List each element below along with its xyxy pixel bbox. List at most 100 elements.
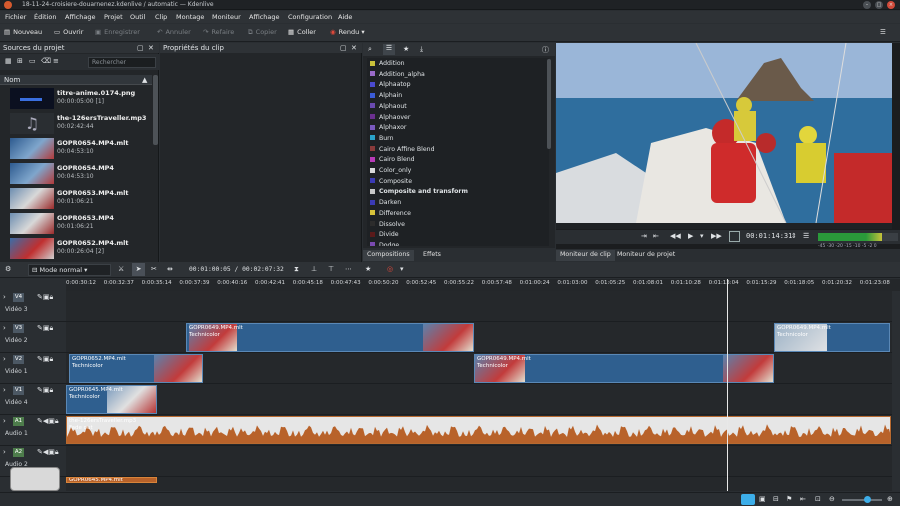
effect-item[interactable]: Difference bbox=[370, 210, 411, 220]
menu-edition[interactable]: Édition bbox=[34, 13, 57, 21]
favorite-effect-icon[interactable]: ★ bbox=[365, 265, 371, 273]
close-icon[interactable]: × bbox=[887, 1, 895, 9]
bin-search-input[interactable]: Rechercher bbox=[88, 57, 156, 68]
menu-aide[interactable]: Aide bbox=[338, 13, 352, 21]
effects-scrollbar[interactable] bbox=[547, 59, 551, 149]
spacer-tool-icon[interactable]: ⇹ bbox=[167, 265, 173, 273]
timeline-settings-icon[interactable]: ⚙ bbox=[5, 265, 11, 273]
bin-item[interactable]: titre-anime.0174.png 00:00:05:00 [1] bbox=[0, 86, 152, 111]
effect-item[interactable]: Dissolve bbox=[370, 221, 405, 231]
close-panel-icon[interactable]: ✕ bbox=[148, 44, 154, 52]
cut-tool-icon[interactable]: ✂ bbox=[151, 265, 157, 273]
monitor-menu-icon[interactable]: ☰ bbox=[803, 232, 809, 240]
list-view-icon[interactable]: ☰ bbox=[383, 44, 395, 55]
play-options-icon[interactable]: ▾ bbox=[700, 232, 704, 240]
float-panel-icon[interactable]: ▢ bbox=[137, 44, 144, 52]
collapse-icon[interactable]: › bbox=[3, 355, 6, 363]
playhead[interactable] bbox=[727, 279, 728, 491]
insert-icon[interactable]: ⧗ bbox=[294, 265, 299, 274]
tab-effets[interactable]: Effets bbox=[419, 250, 445, 261]
add-clip-icon[interactable]: ⊞ bbox=[17, 57, 23, 65]
menu-clip[interactable]: Clip bbox=[155, 13, 167, 21]
new-button[interactable]: ▤ Nouveau bbox=[4, 28, 42, 36]
effect-item[interactable]: Divide bbox=[370, 231, 399, 241]
bin-item[interactable]: GOPR0654.MP4 00:04:53:10 bbox=[0, 161, 152, 186]
effect-item[interactable]: Addition_alpha bbox=[370, 71, 425, 81]
effect-icon[interactable]: ✎▣🔒︎ bbox=[37, 293, 53, 302]
open-button[interactable]: ▭ Ouvrir bbox=[54, 28, 83, 36]
maximize-icon[interactable]: □ bbox=[875, 1, 883, 9]
collapse-icon[interactable]: › bbox=[3, 293, 6, 301]
zoom-out-icon[interactable]: ⊖ bbox=[829, 495, 835, 503]
video-preview[interactable] bbox=[556, 43, 892, 223]
rewind-icon[interactable]: ◀◀ bbox=[670, 232, 681, 240]
info-icon[interactable]: ⓘ bbox=[542, 45, 549, 55]
fit-zoom-icon[interactable]: ⊡ bbox=[815, 495, 821, 503]
tab-clip-monitor[interactable]: Moniteur de clip bbox=[556, 250, 615, 261]
bin-item[interactable]: GOPR0654.MP4.mlt 00:04:53:10 bbox=[0, 136, 152, 161]
effect-item[interactable]: Composite bbox=[370, 178, 412, 188]
timeline-vscroll[interactable] bbox=[892, 291, 900, 491]
menu-fichier[interactable]: Fichier bbox=[5, 13, 26, 21]
timeline-ruler[interactable]: 0:00:30:12 0:00:32:37 0:00:35:14 0:00:37:39… bbox=[66, 279, 900, 291]
menu-configuration[interactable]: Configuration bbox=[288, 13, 332, 21]
overwrite-icon[interactable]: ⊥ bbox=[311, 265, 317, 273]
fullscreen-icon[interactable] bbox=[729, 231, 740, 242]
effect-item[interactable]: Composite and transform bbox=[370, 188, 468, 198]
timeline-clip[interactable]: GOPR0649.MP4.mlt Technicolor bbox=[474, 354, 774, 383]
effect-item[interactable]: Alphaxor bbox=[370, 124, 406, 134]
delete-icon[interactable]: ⌫ bbox=[41, 57, 51, 65]
timeline-clip[interactable]: GOPR0649.MP4.mlt Technicolor bbox=[774, 323, 890, 352]
audio-clip[interactable]: the-126ersTraveller.mp3 Fade out bbox=[66, 416, 891, 444]
marker-icon[interactable]: ⚑ bbox=[786, 495, 792, 503]
waveform-icon[interactable]: ⊟ bbox=[773, 495, 779, 503]
collapse-icon[interactable]: › bbox=[3, 448, 6, 456]
minimize-icon[interactable]: – bbox=[863, 1, 871, 9]
track-header-v2[interactable]: › V2 ✎▣🔒︎ Vidéo 1 bbox=[0, 353, 66, 384]
menu-affichage-2[interactable]: Affichage bbox=[249, 13, 280, 21]
effect-item[interactable]: Darken bbox=[370, 199, 401, 209]
mute-icon[interactable]: ✎◀▣🔒︎ bbox=[37, 448, 59, 457]
effect-item[interactable]: Alphaover bbox=[370, 114, 410, 124]
effect-item[interactable]: Addition bbox=[370, 60, 405, 70]
tray-thumbnail[interactable] bbox=[10, 467, 60, 491]
collapse-icon[interactable]: › bbox=[3, 386, 6, 394]
copy-button[interactable]: ⧉ Copier bbox=[248, 28, 277, 37]
bin-column-header[interactable]: Nom ▲ bbox=[0, 75, 152, 85]
mute-icon[interactable]: ✎◀▣🔒︎ bbox=[37, 417, 59, 426]
audio-clip[interactable]: GOPR0645.MP4.mlt bbox=[66, 477, 157, 483]
effect-item[interactable]: Cairo Affine Blend bbox=[370, 146, 435, 156]
track-header-a1[interactable]: › A1 ✎◀▣🔒︎ Audio 1 bbox=[0, 415, 66, 446]
effect-item[interactable]: Dodge bbox=[370, 242, 399, 246]
zoom-in-icon[interactable]: ⊕ bbox=[887, 495, 893, 503]
split-audio-icon[interactable]: ⇤ bbox=[800, 495, 806, 503]
paste-button[interactable]: ▦ Coller bbox=[288, 28, 316, 36]
effect-item[interactable]: Cairo Blend bbox=[370, 156, 415, 166]
thumbnails-icon[interactable]: ▣ bbox=[759, 495, 766, 503]
menu-hamburger-icon[interactable]: ☰ bbox=[880, 28, 886, 36]
timeline-clip[interactable]: GOPR0645.MP4.mlt Technicolor bbox=[66, 385, 157, 414]
extract-icon[interactable]: ⋯ bbox=[345, 265, 352, 273]
download-icon[interactable]: ⤓ bbox=[420, 45, 423, 54]
effect-item[interactable]: Alphaatop bbox=[370, 81, 411, 91]
record-options-icon[interactable]: ▾ bbox=[400, 265, 404, 273]
bin-scrollbar[interactable] bbox=[153, 75, 158, 145]
bin-item[interactable]: GOPR0653.MP4 00:01:06:21 bbox=[0, 211, 152, 236]
snap-icon[interactable] bbox=[741, 494, 755, 505]
track-header-v4[interactable]: › V4 ✎▣🔒︎ Vidéo 3 bbox=[0, 291, 66, 322]
edit-mode-select[interactable]: ⊟ Mode normal ▾ bbox=[28, 264, 111, 276]
set-zone-in-icon[interactable]: ⇥ bbox=[641, 232, 647, 240]
lift-icon[interactable]: ⊤ bbox=[328, 265, 334, 273]
zoom-slider-handle[interactable] bbox=[864, 496, 871, 503]
zoom-slider[interactable] bbox=[842, 499, 882, 501]
track-header-v3[interactable]: › V3 ✎▣🔒︎ Vidéo 2 bbox=[0, 322, 66, 353]
collapse-icon[interactable]: › bbox=[3, 324, 6, 332]
bin-item[interactable]: GOPR0653.MP4.mlt 00:01:06:21 bbox=[0, 186, 152, 211]
view-mode-icon[interactable]: ▦ bbox=[5, 57, 12, 65]
favorite-star-icon[interactable]: ★ bbox=[403, 45, 409, 53]
bin-item[interactable]: ♫ the-126ersTraveller.mp3 00:02:42:44 bbox=[0, 111, 152, 136]
redo-button[interactable]: ↷ Refaire bbox=[203, 28, 234, 36]
bin-item[interactable]: GOPR0652.MP4.mlt 00:00:26:04 [2] bbox=[0, 236, 152, 261]
timeline-clip[interactable]: GOPR0649.MP4.mlt Technicolor bbox=[186, 323, 474, 352]
effect-item[interactable]: Color_only bbox=[370, 167, 411, 177]
